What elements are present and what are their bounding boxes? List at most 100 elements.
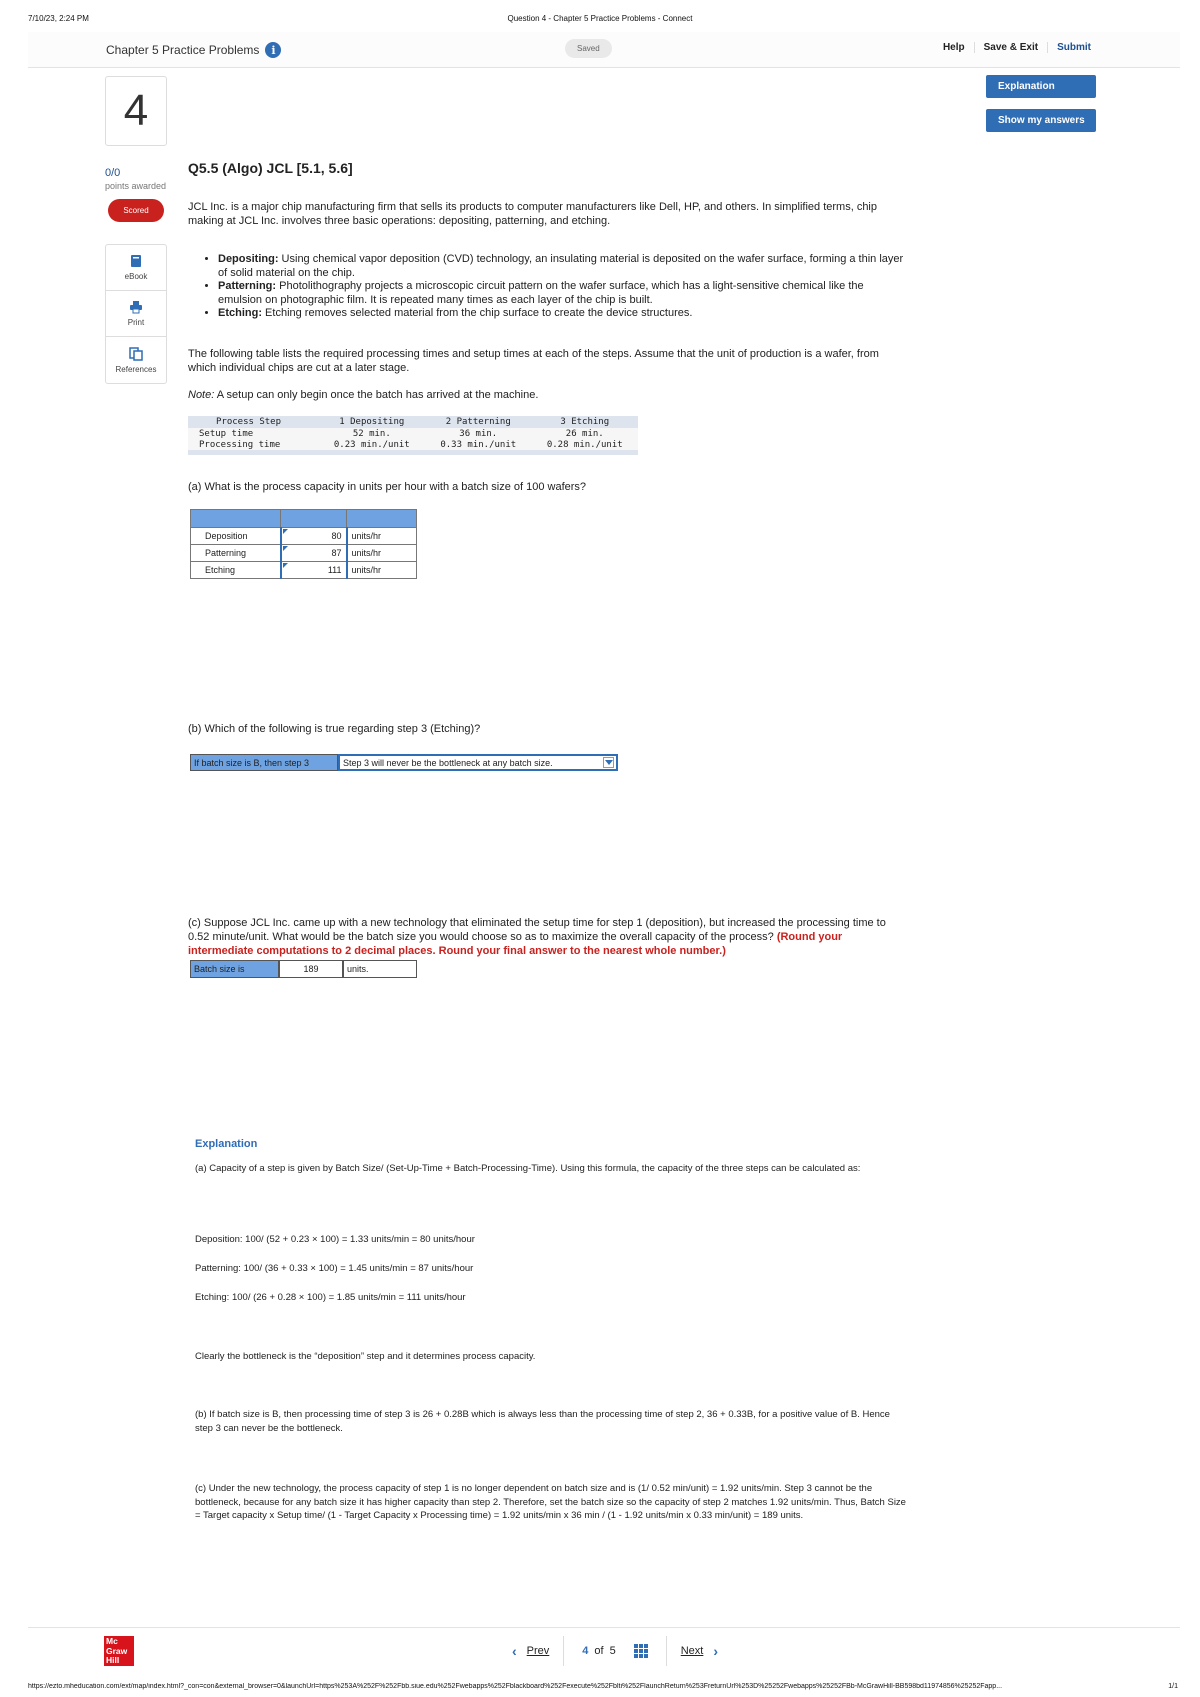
show-my-answers-button[interactable]: Show my answers bbox=[986, 109, 1096, 132]
current-question: 4 bbox=[582, 1645, 589, 1657]
assignment-title: Chapter 5 Practice Problems bbox=[106, 43, 260, 57]
header-cell bbox=[280, 509, 347, 528]
explanation-b: (b) If batch size is B, then processing … bbox=[195, 1409, 890, 1434]
explanation-title: Explanation bbox=[195, 1138, 258, 1150]
submit-link[interactable]: Submit bbox=[1047, 42, 1100, 53]
next-button[interactable]: Next › bbox=[667, 1643, 732, 1659]
chevron-left-icon: ‹ bbox=[512, 1643, 517, 1659]
batch-size-input[interactable]: 189 bbox=[279, 960, 343, 978]
references-tool[interactable]: References bbox=[106, 337, 166, 383]
total-questions: 5 bbox=[609, 1645, 616, 1657]
part-b-question: (b) Which of the following is true regar… bbox=[188, 723, 481, 735]
list-item: Depositing: Using chemical vapor deposit… bbox=[218, 253, 904, 280]
points-value: 0/0 bbox=[105, 167, 121, 179]
table-row: Patterning 87 units/hr bbox=[190, 544, 417, 562]
operations-list: Depositing: Using chemical vapor deposit… bbox=[204, 253, 904, 321]
print-url: https://ezto.mheducation.com/ext/map/ind… bbox=[28, 1683, 1003, 1690]
table-row: Deposition 80 units/hr bbox=[190, 527, 417, 545]
answer-flag-icon bbox=[282, 563, 288, 568]
next-label: Next bbox=[680, 1645, 704, 1657]
answer-flag-icon bbox=[282, 546, 288, 551]
dropdown-selected-value: Step 3 will never be the bottleneck at a… bbox=[343, 757, 553, 768]
of-label: of bbox=[594, 1645, 604, 1657]
bullet-term: Depositing: bbox=[218, 253, 279, 265]
help-link[interactable]: Help bbox=[934, 42, 974, 53]
save-exit-link[interactable]: Save & Exit bbox=[973, 42, 1047, 53]
bullet-text: Photolithography projects a microscopic … bbox=[218, 280, 864, 306]
part-b-dropdown[interactable]: Step 3 will never be the bottleneck at a… bbox=[338, 754, 618, 771]
bullet-term: Etching: bbox=[218, 307, 262, 319]
assignment-topbar: Chapter 5 Practice Problems i Saved Help… bbox=[28, 32, 1180, 68]
part-b-answer-row: If batch size is B, then step 3 Step 3 w… bbox=[190, 754, 618, 771]
batch-size-unit: units. bbox=[343, 960, 417, 978]
print-tool[interactable]: Print bbox=[106, 291, 166, 337]
explanation-etching: Etching: 100/ (26 + 0.28 × 100) = 1.85 u… bbox=[195, 1292, 466, 1303]
print-page-title: Question 4 - Chapter 5 Practice Problems… bbox=[507, 14, 693, 23]
patterning-capacity-input[interactable]: 87 bbox=[279, 544, 348, 562]
explanation-button[interactable]: Explanation bbox=[986, 75, 1096, 98]
points-label: points awarded bbox=[105, 181, 167, 191]
assignment-title-group: Chapter 5 Practice Problems i bbox=[106, 42, 282, 58]
ebook-label: eBook bbox=[124, 272, 148, 281]
book-icon bbox=[129, 254, 143, 268]
list-item: Etching: Etching removes selected materi… bbox=[218, 307, 904, 321]
header-cell bbox=[190, 509, 281, 528]
intro-text: JCL Inc. is a major chip manufacturing f… bbox=[188, 201, 877, 227]
explanation-bottleneck: Clearly the bottleneck is the “depositio… bbox=[195, 1351, 536, 1362]
chevron-down-icon[interactable] bbox=[603, 757, 614, 768]
prev-label: Prev bbox=[526, 1645, 550, 1657]
bullet-term: Patterning: bbox=[218, 280, 277, 292]
answer-value: 80 bbox=[331, 531, 342, 541]
row-label: Deposition bbox=[190, 527, 281, 545]
ebook-tool[interactable]: eBook bbox=[106, 245, 166, 291]
print-label: Print bbox=[127, 318, 145, 327]
table-row: Processing time 0.23 min./unit 0.33 min.… bbox=[188, 440, 638, 455]
bullet-text: Using chemical vapor deposition (CVD) te… bbox=[218, 253, 904, 279]
explanation-c: (c) Under the new technology, the proces… bbox=[195, 1483, 906, 1521]
note-text: Note: A setup can only begin once the ba… bbox=[188, 388, 908, 402]
column-header: 1 Depositing bbox=[318, 416, 426, 428]
part-a-question: (a) What is the process capacity in unit… bbox=[188, 481, 587, 493]
question-number: 4 bbox=[105, 76, 167, 146]
column-header: 2 Patterning bbox=[425, 416, 532, 428]
explanation-patterning: Patterning: 100/ (36 + 0.33 × 100) = 1.4… bbox=[195, 1263, 474, 1274]
part-c-question: (c) Suppose JCL Inc. came up with a new … bbox=[188, 916, 908, 958]
grid-icon[interactable] bbox=[633, 1644, 648, 1658]
part-b-label: If batch size is B, then step 3 bbox=[190, 754, 338, 771]
deposition-capacity-input[interactable]: 80 bbox=[279, 527, 348, 545]
batch-size-value: 189 bbox=[303, 964, 319, 974]
note-body: A setup can only begin once the batch ha… bbox=[214, 389, 539, 401]
column-header: Process Step bbox=[188, 416, 319, 428]
answer-flag-icon bbox=[282, 529, 288, 534]
info-icon[interactable]: i bbox=[265, 42, 282, 58]
batch-size-label: Batch size is bbox=[190, 960, 279, 978]
etching-capacity-input[interactable]: 111 bbox=[279, 561, 348, 579]
table-intro-text: The following table lists the required p… bbox=[188, 348, 879, 374]
table-header-row bbox=[190, 509, 417, 528]
row-label: Etching bbox=[190, 561, 281, 579]
process-times-table: Process Step 1 Depositing 2 Patterning 3… bbox=[188, 416, 638, 455]
prev-button[interactable]: ‹ Prev bbox=[498, 1643, 563, 1659]
answer-value: 111 bbox=[327, 565, 342, 575]
question-pager: ‹ Prev 4 of 5 Next › bbox=[498, 1636, 732, 1666]
logo-line: Hill bbox=[106, 1655, 120, 1665]
table-cell: 26 min. bbox=[531, 428, 638, 440]
table-cell: 0.23 min./unit bbox=[318, 440, 426, 455]
table-cell: 0.33 min./unit bbox=[425, 440, 532, 455]
references-label: References bbox=[115, 364, 157, 374]
question-title: Q5.5 (Algo) JCL [5.1, 5.6] bbox=[188, 160, 353, 176]
part-c-answer-row: Batch size is 189 units. bbox=[190, 960, 417, 978]
part-a-answer-table: Deposition 80 units/hr Patterning 87 uni… bbox=[190, 509, 417, 579]
table-cell: Setup time bbox=[188, 428, 319, 440]
print-page-number: 1/1 bbox=[1168, 1683, 1178, 1690]
mcgraw-hill-logo: Mc Graw Hill bbox=[104, 1636, 134, 1666]
table-row: Etching 111 units/hr bbox=[190, 561, 417, 579]
unit-label: units/hr bbox=[346, 561, 417, 579]
unit-label: units/hr bbox=[346, 527, 417, 545]
references-icon bbox=[129, 346, 143, 361]
table-cell: 36 min. bbox=[425, 428, 532, 440]
unit-label: units/hr bbox=[346, 544, 417, 562]
note-label: Note: bbox=[188, 389, 215, 401]
list-item: Patterning: Photolithography projects a … bbox=[218, 280, 904, 307]
table-row: Setup time 52 min. 36 min. 26 min. bbox=[188, 428, 638, 440]
